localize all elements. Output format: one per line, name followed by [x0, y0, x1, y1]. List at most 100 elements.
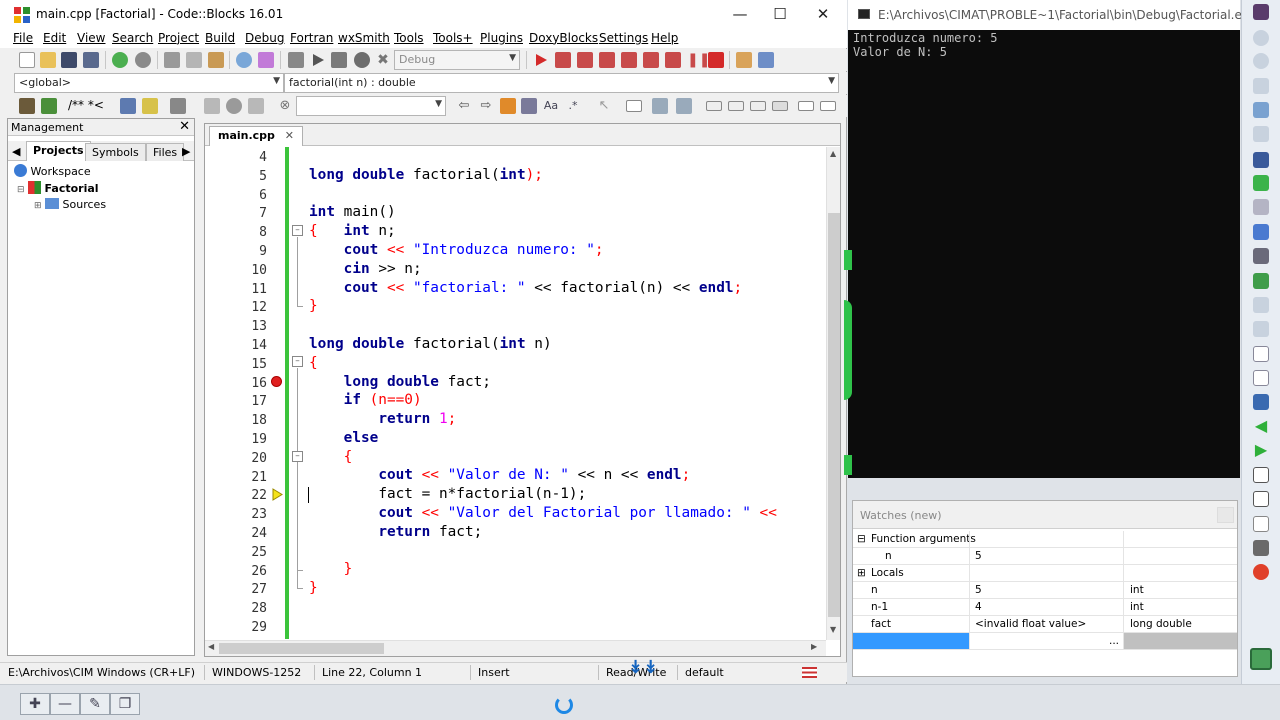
line-number[interactable]: 27 [227, 582, 267, 597]
debug-windows-icon[interactable] [736, 52, 752, 68]
trash-icon[interactable] [1253, 4, 1269, 20]
selection-icon[interactable] [521, 98, 537, 114]
abort-icon[interactable]: ✖ [375, 52, 391, 68]
code-line-19[interactable]: else [309, 430, 379, 446]
fold-toggle-icon[interactable]: – [292, 225, 303, 236]
comment-block-text[interactable]: /** *< [68, 98, 104, 112]
circle-icon-2[interactable] [1253, 53, 1269, 69]
line-number[interactable]: 22 [227, 488, 267, 503]
line-number[interactable]: 18 [227, 413, 267, 428]
scroll-down-icon[interactable]: ▼ [830, 625, 836, 634]
code-line-11[interactable]: cout << "factorial: " << factorial(n) <<… [309, 280, 743, 296]
maximize-button[interactable]: ☐ [757, 0, 803, 30]
close-icon[interactable]: ✕ [179, 119, 190, 134]
menu-tools[interactable]: Tools [394, 31, 424, 45]
menu-debug[interactable]: Debug [245, 31, 284, 45]
run-doxywizard-icon[interactable] [41, 98, 57, 114]
tab-symbols[interactable]: Symbols [85, 143, 146, 161]
camera-icon[interactable] [1253, 540, 1269, 556]
menu-fortran[interactable]: Fortran [290, 31, 333, 45]
circle-icon-1[interactable] [1253, 30, 1269, 46]
menu-help[interactable]: Help [651, 31, 678, 45]
step-out-icon[interactable] [621, 52, 637, 68]
menu-project[interactable]: Project [158, 31, 199, 45]
close-tools-icon[interactable] [1253, 564, 1269, 580]
menu-search[interactable]: Search [112, 31, 153, 45]
box-icon-1[interactable] [706, 101, 722, 111]
arrow-right-icon[interactable]: ⇨ [478, 98, 494, 114]
extract-docs-icon[interactable] [120, 98, 136, 114]
new-file-icon[interactable] [19, 52, 35, 68]
clear-search-icon[interactable]: ⊗ [277, 98, 293, 114]
refresh-board-icon[interactable] [1250, 648, 1272, 670]
vertical-scrollbar[interactable]: ▲ ▼ [826, 147, 840, 640]
project-node[interactable]: ⊟ Factorial [17, 181, 99, 195]
line-number[interactable]: 25 [227, 545, 267, 560]
code-line-16[interactable]: long double fact; [309, 374, 491, 390]
fold-toggle-icon[interactable]: – [292, 356, 303, 367]
code-line-12[interactable]: } [309, 298, 318, 314]
arrow-left-icon[interactable]: ◀ [1253, 418, 1269, 434]
step-instruction-icon[interactable] [665, 52, 681, 68]
close-button[interactable]: ✕ [800, 0, 846, 30]
hand-icon[interactable] [1253, 78, 1269, 94]
shapes-icon[interactable] [1253, 224, 1269, 240]
line-number[interactable]: 12 [227, 300, 267, 315]
code-line-23[interactable]: cout << "Valor del Factorial por llamado… [309, 505, 777, 521]
pause-icon[interactable]: ❚❚ [687, 52, 710, 68]
tab-files[interactable]: Files [146, 143, 185, 161]
line-number[interactable]: 19 [227, 432, 267, 447]
horizontal-scroll-thumb[interactable] [219, 643, 384, 654]
jump-forward-icon[interactable] [248, 98, 264, 114]
line-number[interactable]: 10 [227, 263, 267, 278]
code-line-24[interactable]: return fact; [309, 524, 482, 540]
match-case-icon[interactable]: Aa [543, 98, 559, 114]
pen-active-icon[interactable] [1253, 152, 1269, 168]
menu-plugins[interactable]: Plugins [480, 31, 523, 45]
preferences-icon[interactable] [170, 98, 186, 114]
jump-back-icon[interactable] [204, 98, 220, 114]
save-all-icon[interactable] [83, 52, 99, 68]
vertical-scroll-thumb[interactable] [828, 213, 840, 617]
code-line-22[interactable]: fact = n*factorial(n-1); [309, 486, 586, 502]
code-line-7[interactable]: int main() [309, 204, 396, 220]
code-line-27[interactable]: } [309, 580, 318, 596]
horizontal-scrollbar[interactable]: ◀ ▶ [205, 640, 826, 656]
watch-row[interactable]: n5 [853, 548, 1237, 565]
rebuild-icon[interactable] [354, 52, 370, 68]
fold-toggle-icon[interactable]: – [292, 451, 303, 462]
code-line-5[interactable]: long double factorial(int); [309, 167, 543, 183]
save-icon[interactable] [61, 52, 77, 68]
page-icon-2[interactable] [1253, 370, 1269, 386]
line-number[interactable]: 28 [227, 601, 267, 616]
line-number[interactable]: 6 [227, 188, 267, 203]
line-number[interactable]: 14 [227, 338, 267, 353]
line-number[interactable]: 23 [227, 507, 267, 522]
watch-row[interactable]: ⊞ Locals [853, 565, 1237, 582]
copy-icon[interactable] [186, 52, 202, 68]
step-into-icon[interactable] [599, 52, 615, 68]
menu-wxsmith[interactable]: wxSmith [338, 31, 390, 45]
code-line-26[interactable]: } [309, 561, 353, 577]
code-line-15[interactable]: { [309, 355, 318, 371]
shape-rect-icon[interactable] [626, 100, 642, 112]
scroll-right-icon[interactable]: ▶ [811, 642, 817, 651]
replace-icon[interactable] [258, 52, 274, 68]
line-number[interactable]: 9 [227, 244, 267, 259]
incremental-search-input[interactable]: ▼ [296, 96, 446, 116]
open-icon[interactable] [40, 52, 56, 68]
symbol-select[interactable]: factorial(int n) : double ▼ [284, 73, 839, 93]
menu-settings[interactable]: Settings [599, 31, 648, 45]
line-number[interactable]: 24 [227, 526, 267, 541]
menu-build[interactable]: Build [205, 31, 235, 45]
menu-edit[interactable]: Edit [43, 31, 66, 45]
watch-row[interactable]: fact <invalid float value> long double [853, 616, 1237, 633]
watch-row[interactable]: ⊟ Function arguments [853, 531, 1237, 548]
paste-icon[interactable] [208, 52, 224, 68]
menu-view[interactable]: View [77, 31, 105, 45]
watch-row[interactable]: ... [853, 633, 1237, 650]
close-icon[interactable]: ✕ [285, 129, 294, 142]
code-line-18[interactable]: return 1; [309, 411, 456, 427]
cross-icon[interactable] [1253, 321, 1269, 337]
box-icon-6[interactable] [820, 101, 836, 111]
